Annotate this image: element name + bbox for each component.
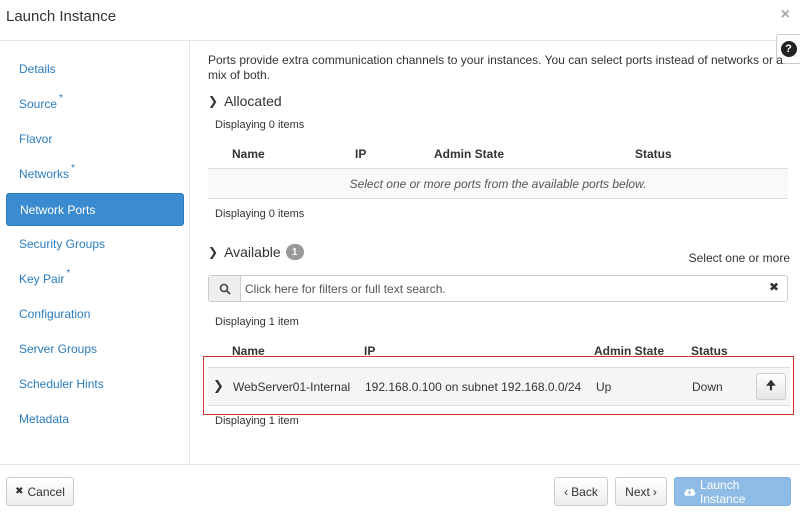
select-hint: Select one or more [688,251,790,265]
table-header: Name IP Admin State Status [208,141,788,169]
available-count-bottom: Displaying 1 item [215,415,299,427]
chevron-down-icon: ❯ [208,94,219,108]
sidebar-item-label: Security Groups [19,237,106,251]
chevron-down-icon: ❯ [208,245,219,259]
sidebar-item-label: Network Ports [20,203,96,217]
chevron-right-icon[interactable]: ❯ [213,378,224,394]
column-name[interactable]: Name [232,147,265,161]
close-icon[interactable]: × [781,6,790,24]
sidebar-item-flavor[interactable]: Flavor [6,123,184,156]
available-count-top: Displaying 1 item [215,316,299,328]
sidebar-item-scheduler-hints[interactable]: Scheduler Hints [6,368,184,401]
sidebar-item-label: Details [19,62,56,76]
cloud-upload-icon [684,488,696,496]
allocate-button[interactable]: 🠉 [756,373,786,400]
sidebar-item-label: Server Groups [19,342,98,356]
intro-text: Ports provide extra communication channe… [208,53,783,82]
sidebar-item-label: Configuration [19,307,91,321]
modal-title: Launch Instance [6,8,117,25]
search-icon [209,276,241,301]
search-input[interactable] [245,279,765,298]
launch-label: Launch Instance [700,477,746,506]
sidebar-item-label: Networks [19,167,70,181]
close-icon: ✖ [15,486,24,497]
highlighted-row-outline: ❯ WebServer01-Internal 192.168.0.100 on … [203,356,794,415]
back-label: Back [571,484,598,499]
required-mark: * [66,268,71,279]
launch-instance-button[interactable]: Launch Instance [674,477,791,506]
port-status: Down [692,380,723,394]
allocated-count-top: Displaying 0 items [215,119,305,131]
port-name: WebServer01-Internal [233,380,351,394]
chevron-left-icon: ‹ [564,484,569,499]
modal-header: Launch Instance × [0,0,800,41]
sidebar-item-source[interactable]: Source * [6,88,184,121]
port-ip: 192.168.0.100 on subnet 192.168.0.0/24 [365,380,582,394]
sidebar-item-details[interactable]: Details [6,53,184,86]
wizard-sidebar: Details Source * Flavor Networks * Network… [0,41,190,464]
clear-search-icon[interactable]: ✖ [769,280,779,294]
empty-message: Select one or more ports from the availa… [208,169,788,199]
available-count-badge: 1 [285,244,304,260]
available-section-toggle[interactable]: ❯ Available 1 [208,244,304,260]
column-status[interactable]: Status [635,147,672,161]
next-button[interactable]: Next › [615,477,667,506]
sidebar-item-network-ports[interactable]: Network Ports [6,193,184,226]
allocated-section-toggle[interactable]: ❯ Allocated [208,93,282,109]
allocated-count-bottom: Displaying 0 items [215,208,305,220]
sidebar-item-key-pair[interactable]: Key Pair * [6,263,184,296]
column-ip[interactable]: IP [355,147,366,161]
sidebar-item-label: Scheduler Hints [19,377,104,391]
network-ports-panel: Ports provide extra communication channe… [190,41,800,464]
required-mark: * [71,163,75,174]
allocated-table: Name IP Admin State Status Select one or… [208,141,788,199]
back-button[interactable]: ‹ Back [554,477,608,506]
sidebar-item-label: Source [19,97,58,111]
sidebar-item-label: Key Pair [19,272,65,286]
next-label: Next [625,484,650,499]
sidebar-item-metadata[interactable]: Metadata [6,403,184,436]
available-title: Available [224,244,281,260]
sidebar-item-label: Flavor [19,132,53,146]
cancel-label: Cancel [27,484,65,499]
table-row[interactable]: ❯ WebServer01-Internal 192.168.0.100 on … [208,367,790,406]
column-admin-state[interactable]: Admin State [434,147,504,161]
cancel-button[interactable]: ✖ Cancel [6,477,74,506]
chevron-right-icon: › [652,484,657,499]
required-mark: * [59,93,63,104]
sidebar-item-configuration[interactable]: Configuration [6,298,184,331]
sidebar-item-label: Metadata [19,412,70,426]
sidebar-item-networks[interactable]: Networks * [6,158,184,191]
allocated-title: Allocated [224,93,282,109]
port-admin-state: Up [596,380,612,394]
search-bar: ✖ [208,275,788,302]
sidebar-item-server-groups[interactable]: Server Groups [6,333,184,366]
arrow-up-icon: 🠉 [766,378,776,392]
modal-footer: ✖ Cancel ‹ Back Next › Launch Instance [0,464,800,514]
sidebar-item-security-groups[interactable]: Security Groups [6,228,184,261]
